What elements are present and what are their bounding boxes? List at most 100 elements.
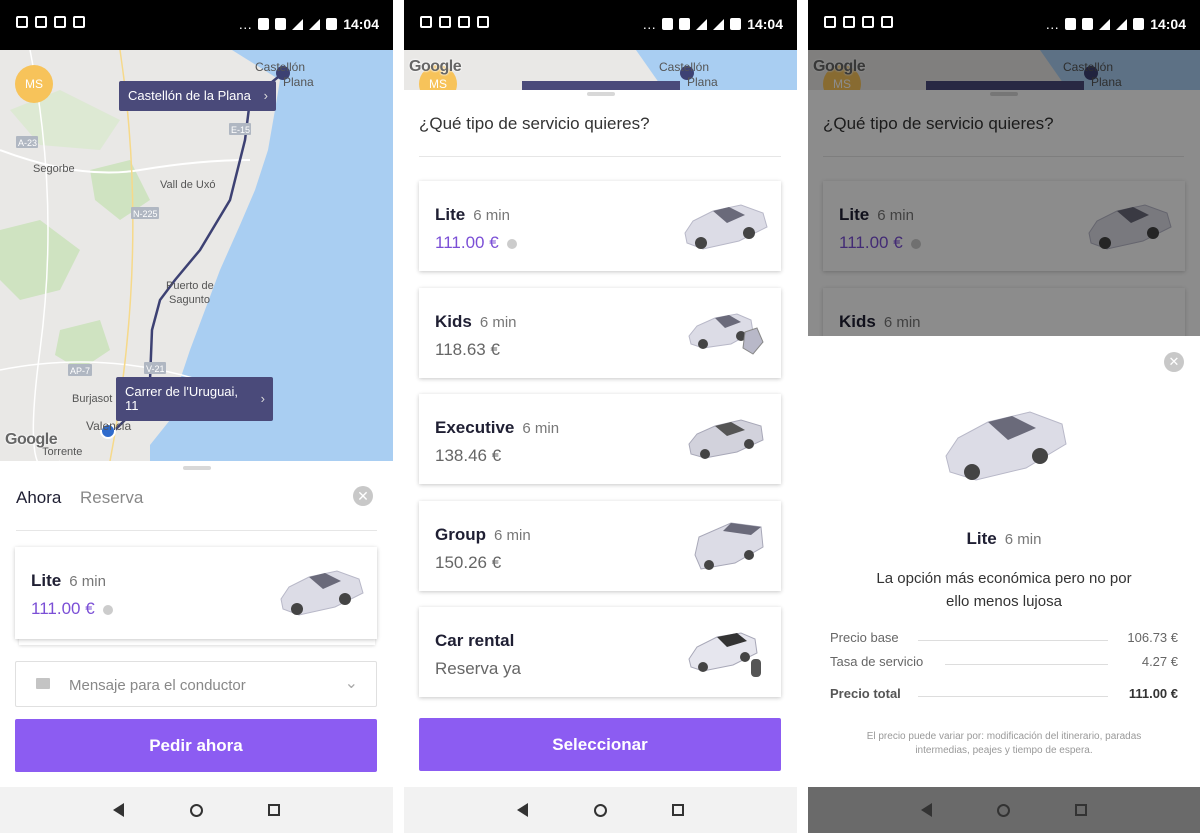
close-icon[interactable]: ✕ <box>353 486 373 506</box>
status-time: 14:04 <box>747 16 783 32</box>
service-card-lite[interactable]: Lite 6 min 111.00 € <box>419 181 781 271</box>
modal-description: La opción más económica pero no por ello… <box>808 567 1200 613</box>
leader-line <box>918 640 1108 641</box>
close-icon[interactable]: ✕ <box>1164 352 1184 372</box>
location-icon <box>1065 18 1077 30</box>
battery-icon <box>730 18 742 30</box>
service-card-executive[interactable]: Executive 6 min 138.46 € <box>419 394 781 484</box>
service-eta: 6 min <box>69 573 106 590</box>
service-detail-modal: ✕ Lite 6 min La opción más económica pero… <box>808 336 1200 787</box>
message-placeholder: Mensaje para el conductor <box>69 677 246 694</box>
info-icon[interactable] <box>102 604 113 615</box>
modal-backdrop[interactable] <box>808 50 1200 336</box>
map-label: Plana <box>687 75 718 89</box>
screen-request: … 14:04 Castellón Plana Segorbe Vall de … <box>0 0 393 833</box>
service-price: 138.46 € <box>435 446 502 465</box>
location-icon <box>662 18 674 30</box>
back-icon[interactable] <box>919 802 935 818</box>
status-bar: … 14:04 <box>404 0 797 50</box>
info-icon[interactable] <box>506 238 517 249</box>
road-label: N-225 <box>133 209 158 219</box>
service-question: ¿Qué tipo de servicio quieres? <box>419 114 650 133</box>
request-now-button[interactable]: Pedir ahora <box>15 719 377 772</box>
map-label: Castellón <box>255 60 305 74</box>
map-label: Burjasot <box>72 393 112 405</box>
service-card-group[interactable]: Group 6 min 150.26 € <box>419 501 781 591</box>
signal-icon <box>309 18 321 30</box>
route-map[interactable]: Castellón Plana MS Google <box>404 50 797 90</box>
service-price: 111.00 € <box>435 233 499 252</box>
location-icon <box>843 16 855 28</box>
recents-icon[interactable] <box>670 802 686 818</box>
drag-handle[interactable] <box>182 466 211 470</box>
notification-icon <box>824 16 836 28</box>
road-label: AP-7 <box>70 366 90 376</box>
service-price: 150.26 € <box>435 553 502 572</box>
route-map[interactable]: Castellón Plana Segorbe Vall de Uxó Puer… <box>0 50 393 461</box>
car-sedan-icon <box>940 396 1070 497</box>
service-eta: 6 min <box>473 207 510 224</box>
service-card-car-rental[interactable]: Car rental Reserva ya <box>419 607 781 697</box>
service-sheet: ¿Qué tipo de servicio quieres? Lite 6 min… <box>404 90 797 787</box>
service-name: Lite <box>966 529 997 548</box>
price-note: El precio puede variar por: modificación… <box>808 730 1200 758</box>
recents-icon[interactable] <box>266 802 282 818</box>
map-label: Sagunto <box>169 294 210 306</box>
wifi-icon <box>1099 18 1111 30</box>
avatar[interactable]: MS <box>15 65 53 103</box>
price-row-label: Tasa de servicio <box>830 654 924 669</box>
van-icon <box>691 515 767 582</box>
back-icon[interactable] <box>515 802 531 818</box>
price-row-label: Precio total <box>830 686 901 701</box>
service-name: Group <box>435 525 486 544</box>
signal-icon <box>1116 18 1128 30</box>
destination-callout[interactable]: Carrer de l'Uruguai, 11 › <box>116 377 273 421</box>
divider <box>419 156 781 157</box>
service-eta: 6 min <box>494 527 531 544</box>
chevron-right-icon: › <box>260 391 265 406</box>
destination-label: Carrer de l'Uruguai, 11 <box>125 384 239 413</box>
service-card-kids[interactable]: Kids 6 min 118.63 € <box>419 288 781 378</box>
more-icon: … <box>1045 16 1060 32</box>
signal-icon <box>713 18 725 30</box>
map-label: Segorbe <box>33 163 75 175</box>
tab-now[interactable]: Ahora <box>16 488 61 508</box>
recents-icon[interactable] <box>1073 802 1089 818</box>
divider <box>16 530 377 531</box>
car-child-seat-icon <box>687 302 767 367</box>
map-label: Castellón <box>659 60 709 74</box>
status-bar: … 14:04 <box>808 0 1200 50</box>
service-name: Executive <box>435 418 515 437</box>
home-icon[interactable] <box>592 802 608 818</box>
car-key-icon <box>687 621 767 690</box>
price-row-base: Precio base 106.73 € <box>830 630 1178 650</box>
tab-reserve[interactable]: Reserva <box>80 488 143 508</box>
chevron-down-icon: ⌄ <box>344 675 358 692</box>
status-time: 14:04 <box>343 16 379 32</box>
location-icon <box>439 16 451 28</box>
modal-title: Lite 6 min <box>808 529 1200 549</box>
map-label: Valencia <box>86 419 131 433</box>
screen-service-detail: … 14:04 Castellón Plana MS Google ¿Qué t… <box>808 0 1200 833</box>
origin-callout[interactable]: Castellón de la Plana › <box>119 81 276 111</box>
service-name: Lite <box>31 571 62 590</box>
back-icon[interactable] <box>111 802 127 818</box>
service-name: Car rental <box>435 631 515 650</box>
status-time: 14:04 <box>1150 16 1186 32</box>
message-field[interactable]: Mensaje para el conductor ⌄ <box>15 661 377 707</box>
image-icon <box>73 16 85 28</box>
bluetooth-icon <box>275 18 287 30</box>
select-button[interactable]: Seleccionar <box>419 718 781 771</box>
nav-bar <box>404 787 797 833</box>
map-label: Puerto de <box>166 280 214 292</box>
road-label: E-15 <box>231 125 250 135</box>
leader-line <box>918 696 1108 697</box>
drag-handle[interactable] <box>586 92 615 96</box>
price-row-label: Precio base <box>830 630 899 645</box>
home-icon[interactable] <box>188 802 204 818</box>
mail-icon <box>54 16 66 28</box>
service-card-lite[interactable]: Lite 6 min 111.00 € <box>15 547 377 639</box>
screen-service-select: … 14:04 Castellón Plana MS Google ¿Qué t… <box>404 0 797 833</box>
home-icon[interactable] <box>996 802 1012 818</box>
mail-icon <box>458 16 470 28</box>
